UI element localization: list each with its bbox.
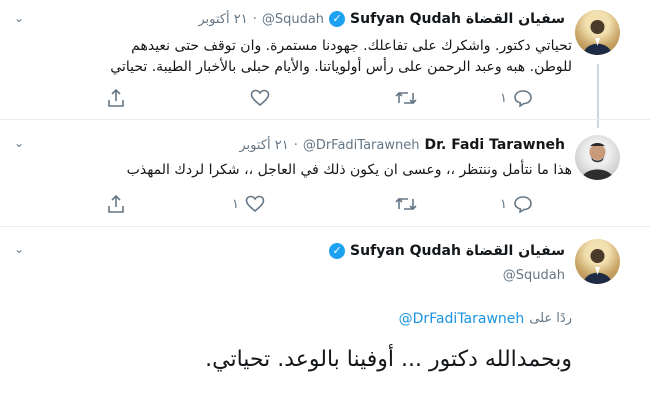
tweet-date[interactable]: ٢١ أكتوبر	[239, 138, 288, 153]
retweet-icon[interactable]	[395, 89, 417, 111]
avatar-portrait	[583, 20, 612, 55]
tweet-1-text: تحياتي دكتور. واشكرك على تفاعلك. جهودنا …	[12, 36, 572, 78]
reply-context: ردًا على @DrFadiTarawneh	[399, 311, 572, 327]
like-action[interactable]: ١	[232, 195, 265, 213]
user-name-ar[interactable]: سفيان القضاة	[466, 11, 565, 27]
chevron-down-icon[interactable]: ⌄	[14, 11, 24, 25]
share-icon[interactable]	[106, 194, 126, 218]
tweet-text-line: هذا ما نتأمل وننتظر ،، وعسى ان يكون ذلك …	[126, 162, 572, 178]
avatar-squdah[interactable]	[575, 10, 620, 55]
reply-action[interactable]: ١	[500, 89, 533, 107]
verified-badge-icon: ✓	[329, 11, 346, 27]
divider	[0, 119, 650, 120]
user-handle[interactable]: @Squdah	[503, 268, 565, 283]
reply-action[interactable]: ١	[500, 195, 533, 213]
reply-prefix: ردًا على	[529, 311, 572, 326]
main-tweet-header: سفيان القضاة Sufyan Qudah ✓	[329, 243, 565, 259]
reply-icon[interactable]	[513, 195, 533, 213]
tweet-1-header: سفيان القضاة Sufyan Qudah ✓ @Squdah · ٢١…	[198, 11, 565, 27]
user-handle[interactable]: @Squdah	[262, 12, 324, 27]
divider	[0, 226, 650, 227]
main-tweet-text: وبحمدالله دكتور ... أوفينا بالوعد. تحيات…	[205, 347, 572, 372]
heart-icon[interactable]	[250, 89, 270, 111]
avatar-portrait	[583, 249, 612, 284]
avatar-squdah[interactable]	[575, 239, 620, 284]
user-handle[interactable]: @DrFadiTarawneh	[303, 138, 420, 153]
heart-icon[interactable]	[245, 195, 265, 213]
share-icon[interactable]	[106, 88, 126, 112]
chevron-down-icon[interactable]: ⌄	[14, 242, 24, 256]
user-name-ar[interactable]: سفيان القضاة	[466, 243, 565, 259]
tweet-text-line: تحياتي دكتور. واشكرك على تفاعلك. جهودنا …	[131, 38, 572, 54]
reply-icon[interactable]	[513, 89, 533, 107]
tweet-2-header: Dr. Fadi Tarawneh @DrFadiTarawneh · ٢١ أ…	[239, 137, 565, 153]
avatar-drfaditarawneh[interactable]	[575, 135, 620, 180]
user-name-en[interactable]: Sufyan Qudah	[350, 243, 461, 259]
separator-dot: ·	[252, 11, 257, 27]
chevron-down-icon[interactable]: ⌄	[14, 136, 24, 150]
user-name-en[interactable]: Sufyan Qudah	[350, 11, 461, 27]
tweet-2-text: هذا ما نتأمل وننتظر ،، وعسى ان يكون ذلك …	[12, 160, 572, 181]
verified-badge-icon: ✓	[329, 243, 346, 259]
reply-count: ١	[500, 90, 507, 106]
like-count: ١	[232, 196, 239, 212]
avatar-portrait	[581, 143, 614, 180]
reply-count: ١	[500, 196, 507, 212]
reply-to-link[interactable]: @DrFadiTarawneh	[399, 311, 525, 327]
tweet-text-line: للوطن. هبه وعبد الرحمن على رأس أولوياتنا…	[110, 59, 572, 75]
tweet-date[interactable]: ٢١ أكتوبر	[198, 12, 247, 27]
user-name[interactable]: Dr. Fadi Tarawneh	[424, 137, 565, 153]
retweet-icon[interactable]	[395, 195, 417, 217]
separator-dot: ·	[293, 137, 298, 153]
